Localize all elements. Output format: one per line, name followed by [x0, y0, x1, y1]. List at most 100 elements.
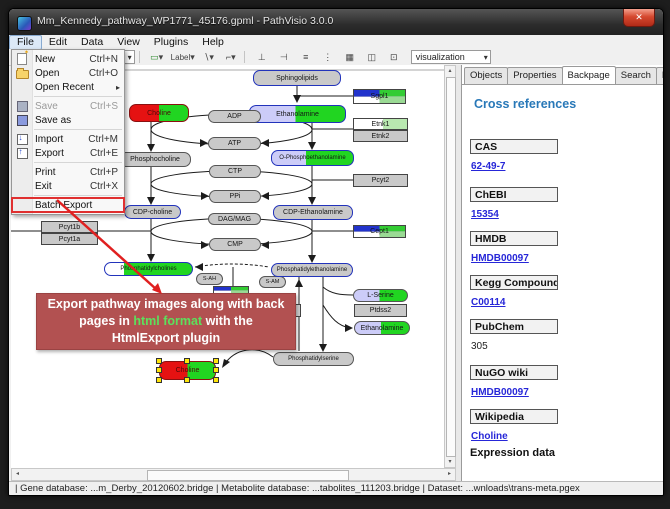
file-menu-export[interactable]: Export Ctrl+E	[12, 146, 124, 160]
file-menu-batch-export[interactable]: Batch Export	[12, 198, 124, 212]
tab-search[interactable]: Search	[615, 67, 657, 84]
xref-section-cas: CAS	[470, 139, 558, 154]
xref-link-nugo[interactable]: HMDB00097	[471, 387, 529, 398]
node-o-phosphoethanolamine[interactable]: O-Phosphoethanolamine	[271, 150, 354, 166]
file-menu-import[interactable]: Import Ctrl+M	[12, 132, 124, 146]
connector-tool-button[interactable]: ⌐ ▾	[222, 50, 240, 65]
menu-data[interactable]: Data	[74, 36, 110, 49]
visualization-combobox[interactable]: visualization ▾	[411, 50, 491, 64]
align-center-button[interactable]: ⊥	[253, 50, 271, 65]
gene-node-sgpl1[interactable]: Sgpl1	[353, 89, 406, 104]
tab-backpage[interactable]: Backpage	[562, 66, 616, 83]
scroll-down-icon[interactable]: ▾	[445, 457, 455, 467]
selection-handle[interactable]	[184, 377, 190, 383]
line-tool-button[interactable]: ∖ ▾	[200, 50, 218, 65]
gene-node-pcyt1b[interactable]: Pcyt1b	[41, 221, 98, 233]
menu-separator	[34, 96, 122, 97]
node-sphingolipids[interactable]: Sphingolipids	[253, 70, 341, 86]
selection-handle[interactable]	[213, 377, 219, 383]
node-dag-mag[interactable]: DAG/MAG	[208, 213, 261, 225]
callout-line-3: HtmlExport plugin	[112, 330, 220, 347]
scroll-left-icon[interactable]: ◂	[12, 469, 23, 480]
menu-file[interactable]: File	[9, 35, 42, 50]
xref-section-hmdb: HMDB	[470, 231, 558, 246]
selection-handle[interactable]	[156, 358, 162, 364]
xref-link-chebi[interactable]: 15354	[471, 209, 499, 220]
tab-objects[interactable]: Objects	[464, 67, 508, 84]
tab-properties[interactable]: Properties	[507, 67, 562, 84]
distribute-button[interactable]: ▦	[341, 50, 359, 65]
common-size-icon: ◫	[368, 52, 377, 63]
tab-legend[interactable]: Legend	[656, 67, 664, 84]
horizontal-scrollbar[interactable]: ◂ ▸	[11, 468, 456, 481]
node-phosphatidylserine[interactable]: Phosphatidylserine	[273, 352, 354, 366]
gene-node-pcyt1a[interactable]: Pcyt1a	[41, 233, 98, 245]
node-ethanolamine[interactable]: Ethanolamine	[249, 105, 346, 123]
scroll-up-icon[interactable]: ▴	[445, 66, 455, 76]
menu-edit[interactable]: Edit	[42, 36, 74, 49]
callout-highlight: html format	[133, 314, 202, 328]
selection-handle[interactable]	[156, 377, 162, 383]
node-phosphatidylcholines[interactable]: Phosphatidylcholines	[104, 262, 193, 276]
close-icon[interactable]: ✕	[623, 9, 655, 27]
menu-plugins[interactable]: Plugins	[147, 36, 195, 49]
file-menu-new[interactable]: New Ctrl+N	[12, 52, 124, 66]
save-icon	[12, 101, 32, 112]
node-ctp[interactable]: CTP	[209, 165, 261, 178]
node-ppi[interactable]: PPi	[209, 190, 261, 203]
gene-node-ptdss2[interactable]: Ptdss2	[354, 304, 407, 317]
file-menu-dropdown: New Ctrl+N Open Ctrl+O Open Recent ▸ Sav…	[11, 49, 125, 215]
gene-node-etnk2[interactable]: Etnk2	[353, 130, 408, 142]
xref-link-wikipedia[interactable]: Choline	[471, 431, 508, 442]
node-choline[interactable]: Choline	[129, 104, 189, 122]
gene-node-cept1[interactable]: Cept1	[353, 225, 406, 238]
file-menu-exit[interactable]: Exit Ctrl+X	[12, 179, 124, 193]
selection-handle[interactable]	[184, 358, 190, 364]
gene-node-pcyt2[interactable]: Pcyt2	[353, 174, 408, 187]
node-ethanolamine-2[interactable]: Ethanolamine	[354, 321, 410, 335]
node-phosphatidylethanolamine[interactable]: Phosphatidylethanolamine	[271, 263, 353, 277]
label-tool-button[interactable]: Label ▾	[170, 50, 196, 65]
node-adp[interactable]: ADP	[208, 110, 261, 123]
chevron-down-icon: ▾	[231, 52, 236, 63]
menu-help[interactable]: Help	[195, 36, 231, 49]
vertical-scrollbar-thumb[interactable]	[446, 77, 456, 457]
node-s-ah[interactable]: S-AH	[196, 273, 223, 285]
pathvisio-window: Mm_Kennedy_pathway_WP1771_45176.gpml - P…	[8, 8, 664, 496]
file-menu-open[interactable]: Open Ctrl+O	[12, 66, 124, 80]
file-menu-print[interactable]: Print Ctrl+P	[12, 165, 124, 179]
node-phosphocholine[interactable]: Phosphocholine	[119, 152, 191, 167]
stack-horizontal-button[interactable]: ⋮	[319, 50, 337, 65]
selection-handle[interactable]	[156, 367, 162, 373]
file-menu-open-recent[interactable]: Open Recent ▸	[12, 80, 124, 94]
horizontal-scrollbar-thumb[interactable]	[147, 470, 349, 481]
menu-separator	[34, 162, 122, 163]
node-atp[interactable]: ATP	[208, 137, 261, 150]
datanode-tool-button[interactable]: ▭ ▾	[148, 50, 166, 65]
chevron-down-icon: ▾	[159, 52, 164, 63]
selection-handle[interactable]	[213, 367, 219, 373]
file-menu-save-as[interactable]: Save as	[12, 113, 124, 127]
file-menu-save[interactable]: Save Ctrl+S	[12, 99, 124, 113]
xref-link-hmdb[interactable]: HMDB00097	[471, 253, 529, 264]
vertical-scrollbar[interactable]: ▴ ▾	[444, 65, 456, 468]
xref-link-kegg[interactable]: C00114	[471, 297, 505, 308]
chevron-down-icon: ▾	[190, 52, 195, 63]
align-middle-button[interactable]: ⊣	[275, 50, 293, 65]
node-cmp[interactable]: CMP	[209, 238, 261, 251]
node-cdp-choline[interactable]: CDP-choline	[124, 205, 181, 219]
common-size-button[interactable]: ◫	[363, 50, 381, 65]
stack-vertical-button[interactable]: ≡	[297, 50, 315, 65]
scroll-right-icon[interactable]: ▸	[444, 469, 455, 480]
copy-button[interactable]: ⊡	[385, 50, 403, 65]
node-l-serine[interactable]: L-Serine	[353, 289, 408, 302]
xref-link-cas[interactable]: 62-49-7	[471, 161, 505, 172]
menu-bar: File Edit Data View Plugins Help	[9, 35, 663, 50]
node-cdp-ethanolamine[interactable]: CDP-Ethanolamine	[273, 205, 353, 220]
node-s-am[interactable]: S-AM	[259, 276, 286, 288]
selection-handle[interactable]	[213, 358, 219, 364]
gene-node-etnk1[interactable]: Etnk1	[353, 118, 408, 130]
new-document-icon	[12, 53, 32, 65]
visualization-value: visualization	[416, 52, 465, 62]
menu-view[interactable]: View	[110, 36, 147, 49]
